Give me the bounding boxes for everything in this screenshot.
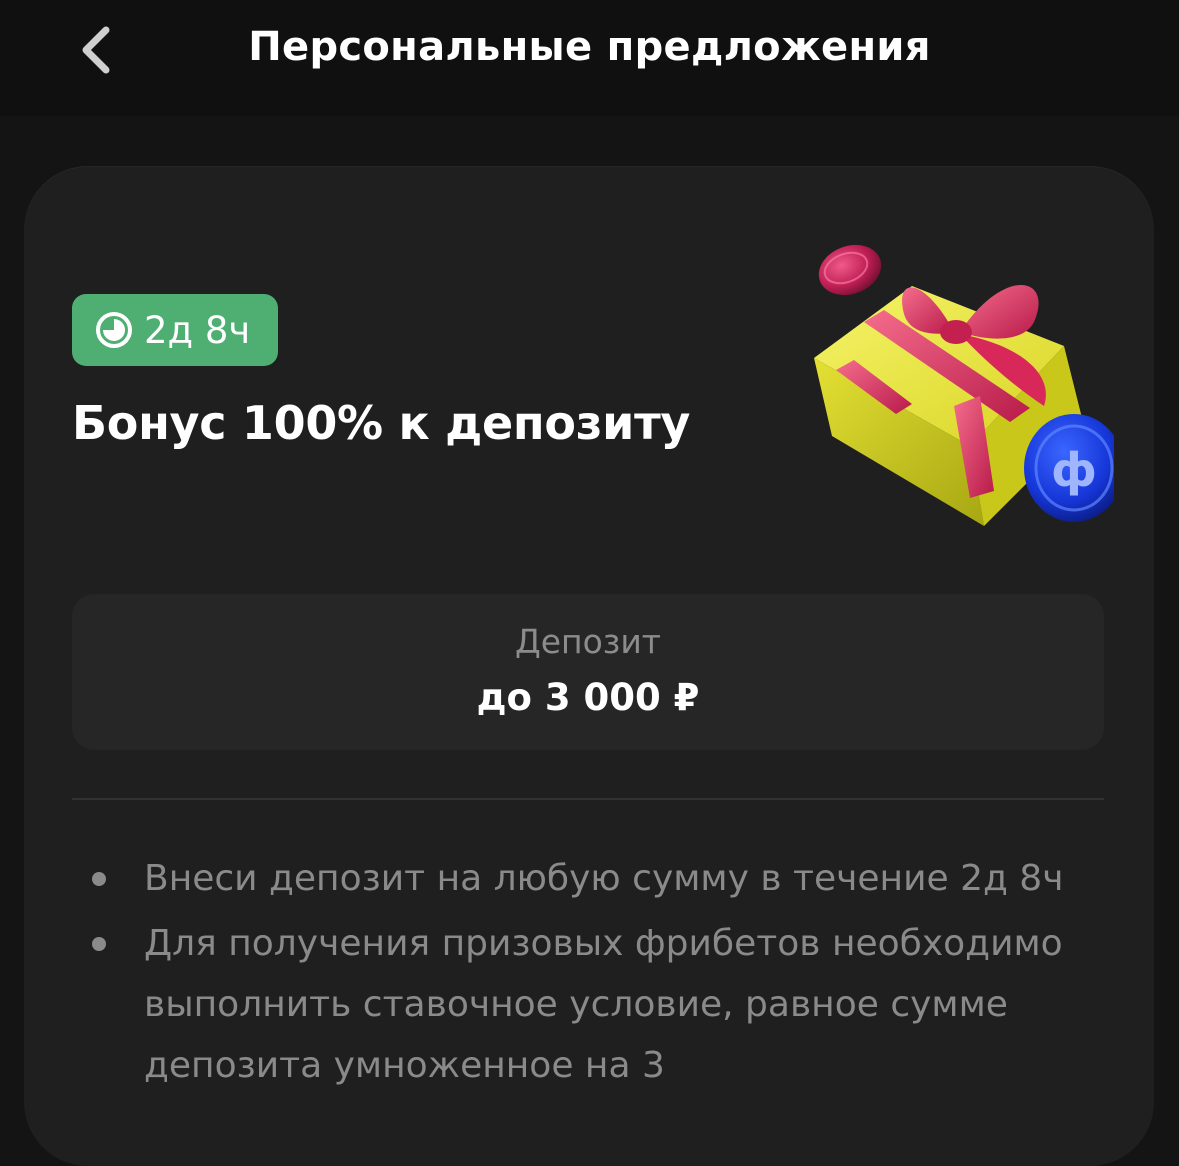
bullet	[92, 937, 106, 951]
condition-text: Внеси депозит на любую сумму в течение 2…	[144, 858, 1064, 899]
deposit-info: Депозит до 3 000 ₽	[72, 594, 1104, 750]
page-title: Персональные предложения	[248, 24, 931, 70]
offer-title: Бонус 100% к депозиту	[72, 396, 691, 450]
offer-card[interactable]: 2д 8ч Бонус 100% к депозиту ф Депозит до…	[24, 166, 1154, 1166]
bullet	[92, 872, 106, 886]
gift-illustration: ф	[814, 244, 1114, 526]
deposit-label: Депозит	[514, 622, 662, 661]
timer-badge: 2д 8ч	[72, 294, 279, 366]
clock-icon	[96, 312, 132, 348]
timer-text: 2д 8ч	[144, 308, 251, 352]
svg-text:ф: ф	[1051, 443, 1097, 497]
deposit-value: до 3 000 ₽	[476, 676, 700, 719]
divider	[72, 798, 1104, 800]
condition-item: Для получения призовых фрибетов необходи…	[72, 913, 1112, 1096]
condition-item: Внеси депозит на любую сумму в течение 2…	[72, 848, 1112, 909]
conditions-list: Внеси депозит на любую сумму в течение 2…	[72, 848, 1112, 1100]
condition-text: Для получения призовых фрибетов необходи…	[144, 923, 1063, 1086]
top-bar: Персональные предложения	[0, 0, 1179, 116]
